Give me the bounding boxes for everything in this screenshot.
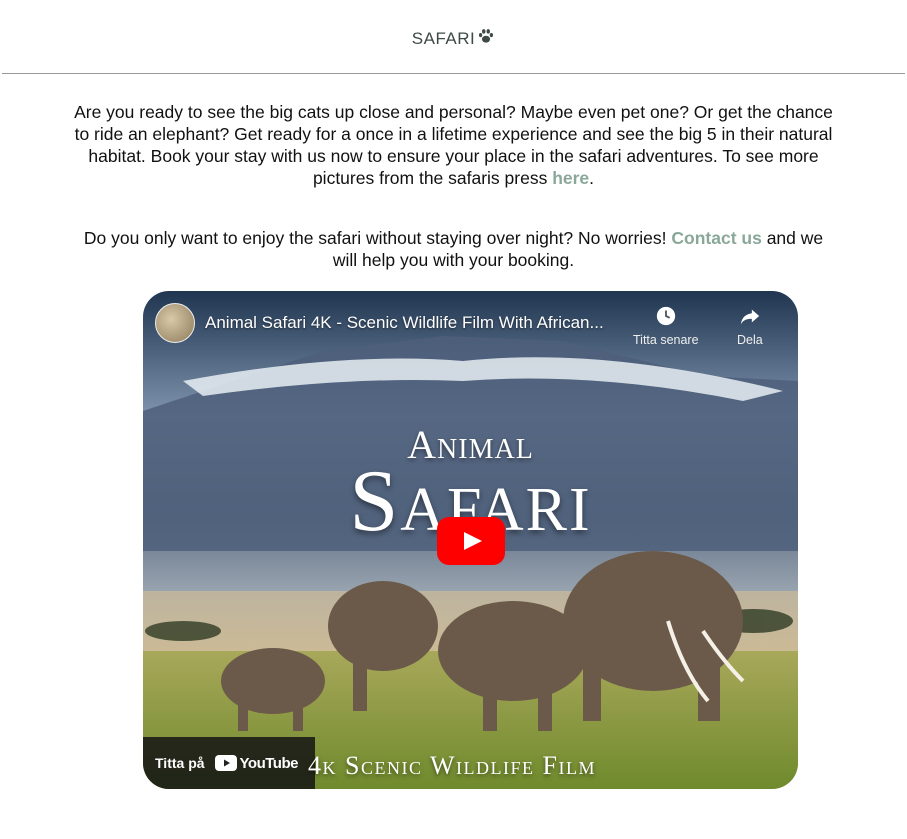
- share-label: Dela: [737, 333, 763, 347]
- watch-on-youtube-button[interactable]: Titta på YouTube: [143, 737, 315, 789]
- brand-name: SAFARI: [411, 28, 476, 48]
- clock-icon: [656, 306, 675, 326]
- intro-end: .: [589, 168, 595, 188]
- here-link[interactable]: here: [552, 168, 589, 188]
- site-header: SAFARI: [2, 0, 905, 74]
- watch-on-label: Titta på: [155, 755, 205, 771]
- watch-later-button[interactable]: Titta senare: [633, 305, 699, 347]
- channel-avatar[interactable]: [155, 303, 195, 343]
- brand-logo[interactable]: SAFARI: [412, 23, 495, 50]
- overlay-bottom-text: 4k Scenic Wildlife Film: [308, 751, 596, 780]
- intro-text: Are you ready to see the big cats up clo…: [74, 102, 833, 188]
- video-topbar: Animal Safari 4K - Scenic Wildlife Film …: [143, 291, 798, 355]
- contact-text: Do you only want to enjoy the safari wit…: [83, 228, 672, 248]
- contact-paragraph: Do you only want to enjoy the safari wit…: [74, 227, 834, 271]
- intro-paragraph: Are you ready to see the big cats up clo…: [74, 101, 834, 189]
- youtube-wordmark: YouTube: [239, 754, 299, 772]
- youtube-icon: [214, 755, 237, 771]
- watch-later-label: Titta senare: [633, 333, 699, 347]
- video-title[interactable]: Animal Safari 4K - Scenic Wildlife Film …: [205, 313, 604, 333]
- share-button[interactable]: Dela: [737, 305, 763, 347]
- play-icon: [437, 517, 505, 565]
- play-button[interactable]: [437, 517, 505, 565]
- paw-icon: [477, 27, 495, 50]
- share-icon: [740, 309, 760, 325]
- contact-us-link[interactable]: Contact us: [671, 228, 761, 248]
- youtube-logo: YouTube: [214, 754, 299, 772]
- youtube-embed[interactable]: Animal Safari 4K - Scenic Wildlife Film …: [143, 291, 798, 789]
